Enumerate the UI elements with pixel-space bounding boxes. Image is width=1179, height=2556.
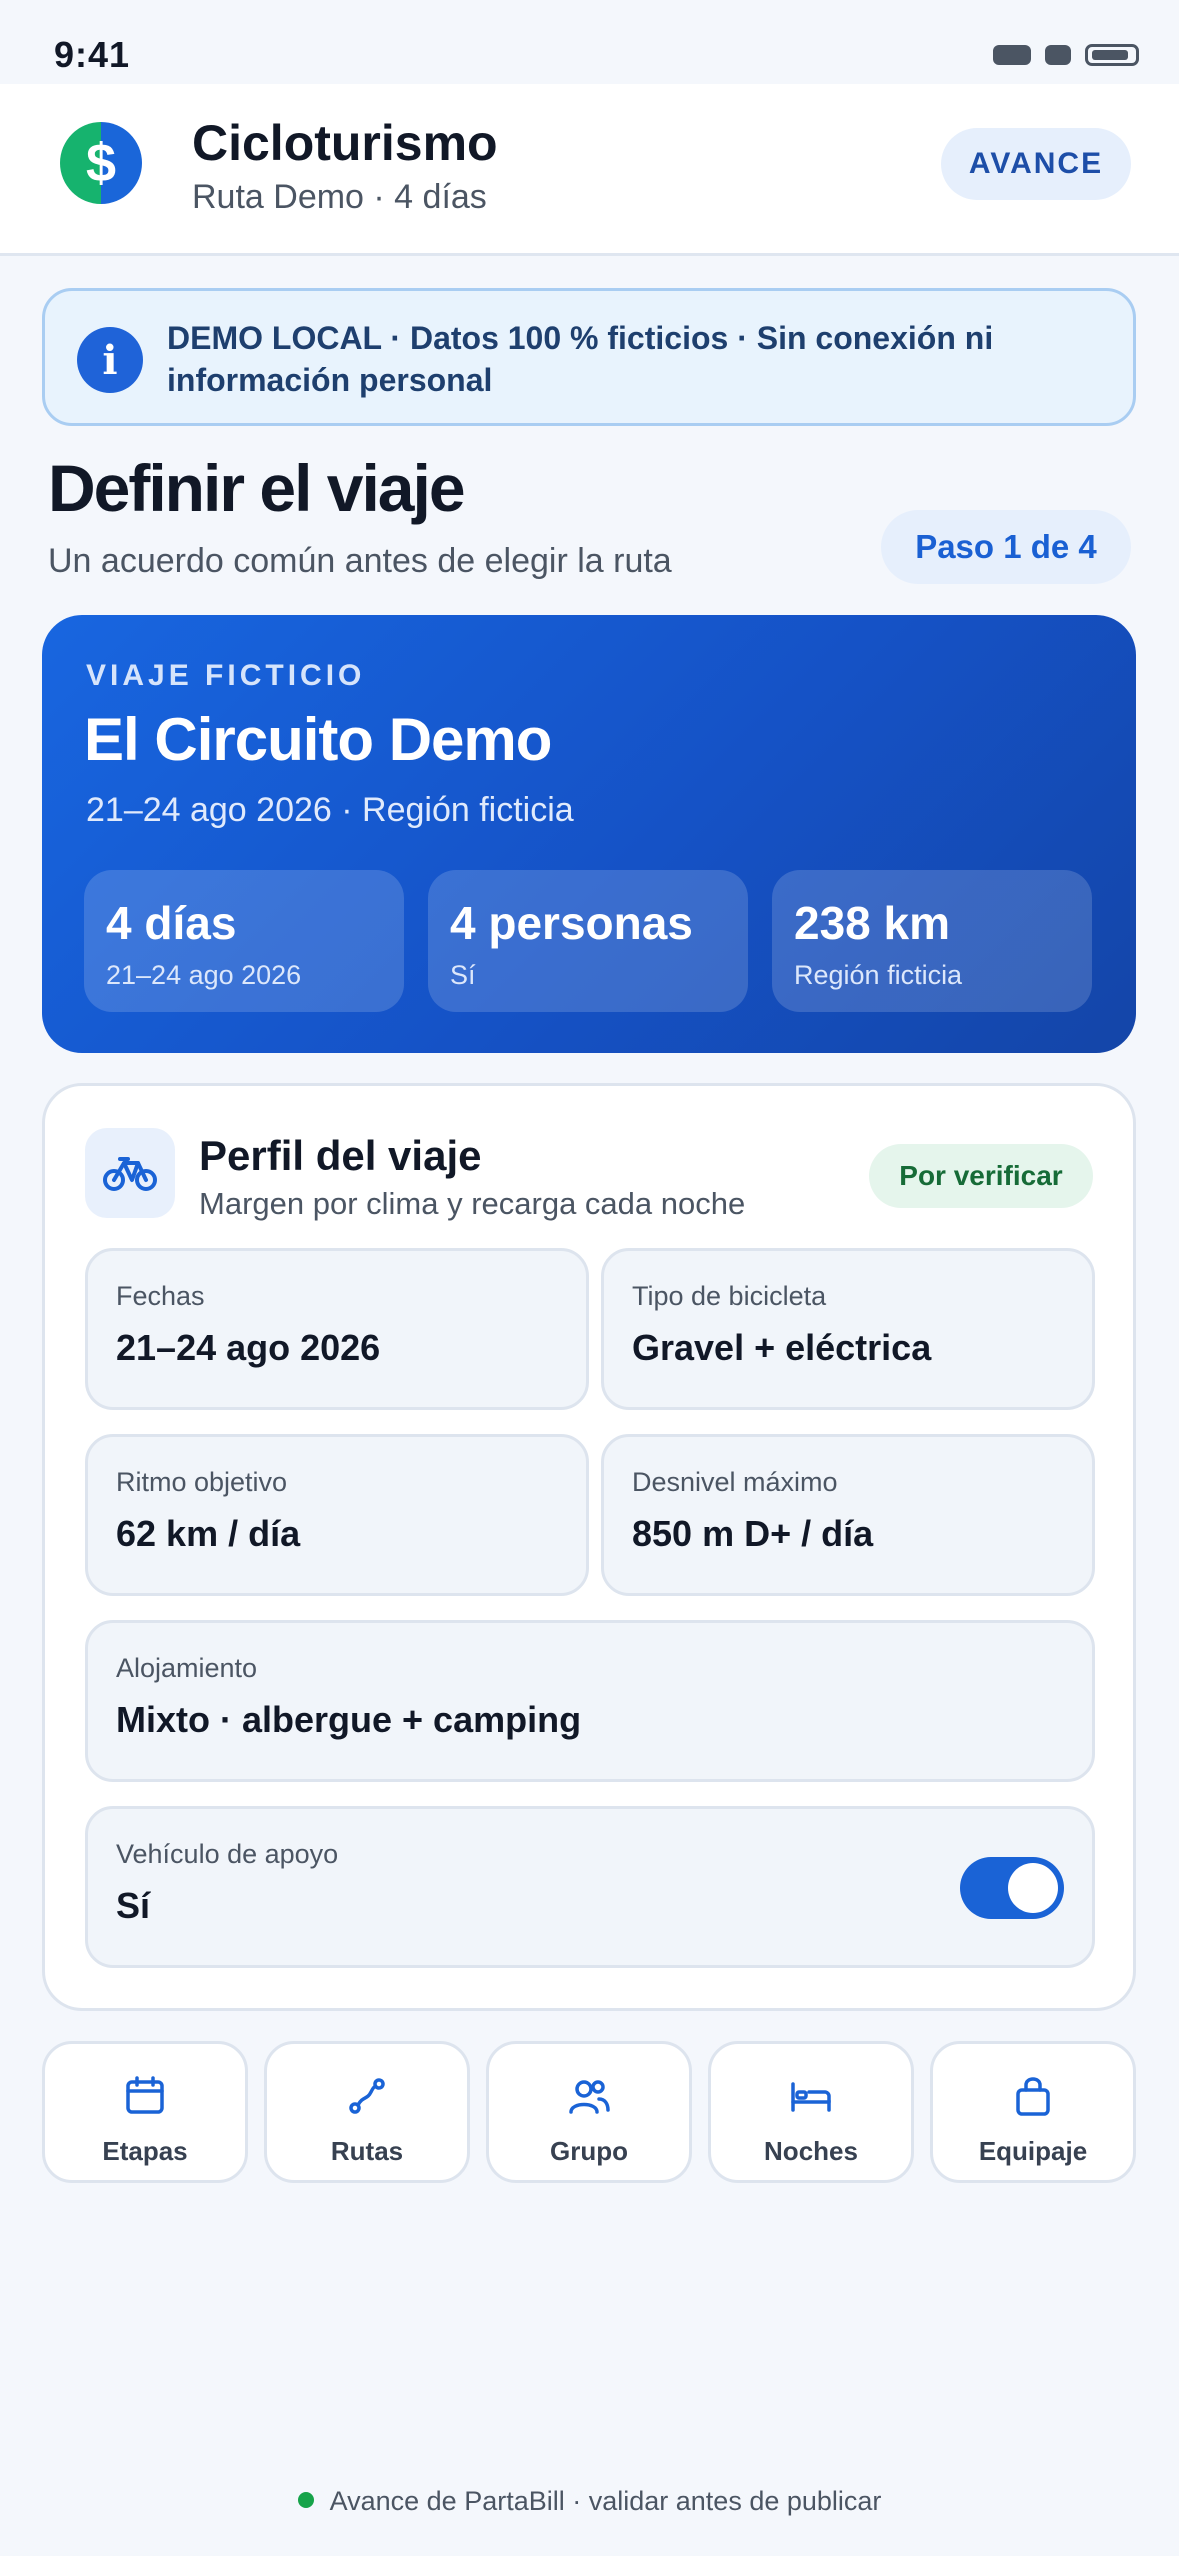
bag-icon: [1016, 2077, 1050, 2116]
support-vehicle-toggle[interactable]: [960, 1857, 1064, 1919]
bicycle-icon: [85, 1128, 175, 1218]
bike-type-field[interactable]: Tipo de bicicleta Gravel + eléctrica: [601, 1248, 1095, 1410]
toggle-knob: [1008, 1863, 1058, 1913]
stat-people: 4 personas Sí: [428, 870, 748, 1012]
stat-label: 21–24 ago 2026: [106, 960, 302, 990]
field-value: Sí: [116, 1885, 151, 1926]
field-label: Desnivel máximo: [632, 1467, 838, 1497]
demo-banner: i DEMO LOCAL · Datos 100 % ficticios · S…: [42, 288, 1136, 426]
field-label: Vehículo de apoyo: [116, 1839, 339, 1869]
nav-grupo-button[interactable]: Grupo: [486, 2041, 692, 2183]
field-value: Gravel + eléctrica: [632, 1327, 932, 1368]
bed-icon: [791, 2082, 831, 2112]
accommodation-field[interactable]: Alojamiento Mixto · albergue + camping: [85, 1620, 1095, 1782]
step-indicator: Paso 1 de 4: [881, 510, 1131, 584]
stat-label: Sí: [450, 960, 476, 990]
field-value: 21–24 ago 2026: [116, 1327, 381, 1368]
field-value: 62 km / día: [116, 1513, 301, 1554]
trip-dates-region: 21–24 ago 2026 · Región ficticia: [86, 791, 574, 829]
stat-value: 4 días: [106, 897, 237, 949]
field-label: Fechas: [116, 1281, 205, 1311]
nav-label: Equipaje: [978, 2136, 1088, 2166]
field-label: Alojamiento: [116, 1653, 258, 1683]
page-title: Definir el viaje: [48, 451, 466, 525]
trip-summary-card: VIAJE FICTICIO El Circuito Demo 21–24 ag…: [42, 615, 1136, 1053]
profile-subtitle: Margen por clima y recarga cada noche: [199, 1186, 746, 1221]
app-subtitle: Ruta Demo · 4 días: [192, 178, 487, 216]
app-header: $ Cicloturismo Ruta Demo · 4 días AVANCE: [0, 84, 1179, 256]
trip-profile-card: Perfil del viaje Margen por clima y reca…: [42, 1083, 1136, 2011]
status-icons: [993, 44, 1139, 66]
nav-label: Rutas: [330, 2136, 404, 2166]
app-logo-icon: $: [60, 122, 142, 204]
status-time: 9:41: [54, 34, 131, 75]
demo-banner-text: DEMO LOCAL · Datos 100 % ficticios · Sin…: [167, 320, 994, 398]
trip-name: El Circuito Demo: [84, 706, 552, 773]
page-subtitle: Un acuerdo común antes de elegir la ruta: [48, 542, 672, 580]
group-icon: [569, 2080, 610, 2114]
status-dot-icon: [297, 2491, 314, 2508]
status-badge: Por verificar: [869, 1144, 1093, 1208]
field-label: Tipo de bicicleta: [632, 1281, 827, 1311]
stat-value: 238 km: [794, 897, 951, 949]
status-bar: 9:41: [0, 0, 1179, 84]
field-value: Mixto · albergue + camping: [116, 1699, 582, 1740]
app-title: Cicloturismo: [192, 115, 498, 171]
wifi-icon: [1045, 45, 1071, 65]
nav-etapas-button[interactable]: Etapas: [42, 2041, 248, 2183]
field-value: 850 m D+ / día: [632, 1513, 874, 1554]
calendar-icon: [126, 2076, 164, 2114]
pace-field[interactable]: Ritmo objetivo 62 km / día: [85, 1434, 589, 1596]
footer-text: Avance de PartaBill · validar antes de p…: [329, 2486, 882, 2516]
support-vehicle-field: Vehículo de apoyo Sí: [85, 1806, 1095, 1968]
nav-equipaje-button[interactable]: Equipaje: [930, 2041, 1136, 2183]
stat-days: 4 días 21–24 ago 2026: [84, 870, 404, 1012]
stat-distance: 238 km Región ficticia: [772, 870, 1092, 1012]
info-icon: i: [77, 327, 143, 393]
stat-label: Región ficticia: [794, 960, 963, 990]
avance-button[interactable]: AVANCE: [941, 128, 1131, 200]
dates-field[interactable]: Fechas 21–24 ago 2026: [85, 1248, 589, 1410]
nav-noches-button[interactable]: Noches: [708, 2041, 914, 2183]
elevation-field[interactable]: Desnivel máximo 850 m D+ / día: [601, 1434, 1095, 1596]
trip-kicker: VIAJE FICTICIO: [86, 659, 366, 692]
nav-label: Noches: [764, 2136, 858, 2166]
nav-label: Grupo: [550, 2136, 628, 2166]
stat-value: 4 personas: [450, 897, 693, 949]
logo-glyph: $: [85, 133, 117, 193]
battery-icon: [1085, 44, 1139, 66]
field-label: Ritmo objetivo: [116, 1467, 288, 1497]
route-icon: [349, 2078, 385, 2114]
profile-title: Perfil del viaje: [199, 1132, 482, 1179]
footer: Avance de PartaBill · validar antes de p…: [0, 2486, 1179, 2517]
signal-icon: [993, 45, 1031, 65]
nav-rutas-button[interactable]: Rutas: [264, 2041, 470, 2183]
nav-label: Etapas: [102, 2136, 188, 2166]
